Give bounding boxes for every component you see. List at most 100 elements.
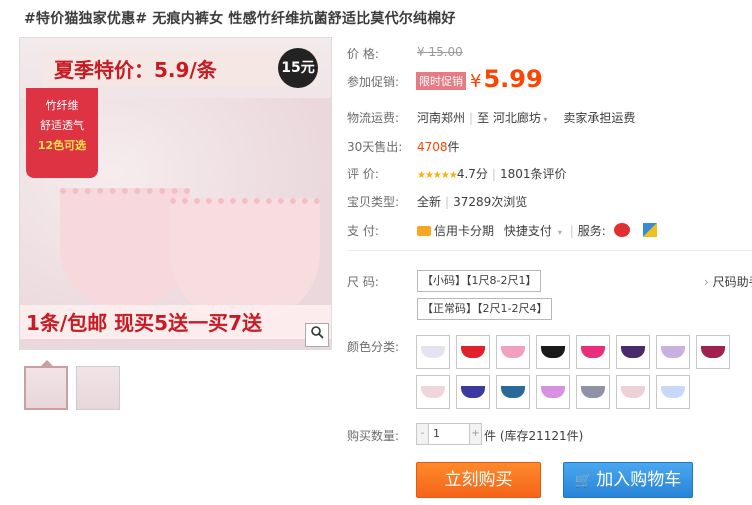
color-swatch[interactable] bbox=[456, 335, 490, 369]
size-guide-link[interactable]: › 尺码助手 bbox=[704, 273, 752, 290]
underwear-swatch-icon bbox=[541, 386, 565, 398]
credit-card-icon bbox=[417, 226, 431, 236]
feature-2: 舒适透气 bbox=[40, 119, 84, 132]
service-badge-icon[interactable] bbox=[613, 223, 630, 237]
ship-to: 河北廊坊 bbox=[492, 111, 541, 125]
color-swatch[interactable] bbox=[496, 375, 530, 409]
rating-info: ★★★★★4.7分 | 1801条评价 bbox=[417, 167, 567, 181]
review-count-link[interactable]: 1801条评价 bbox=[500, 167, 567, 181]
shipping-note: 卖家承担运费 bbox=[563, 111, 636, 125]
sales-info: 4708件 bbox=[417, 138, 460, 155]
underwear-swatch-icon bbox=[701, 346, 725, 358]
type-info: 全新 | 37289次浏览 bbox=[417, 195, 528, 209]
size-option-small[interactable]: 【小码】【1尺8-2尺1】 bbox=[417, 270, 542, 292]
divider bbox=[347, 250, 752, 251]
type-value: 全新 bbox=[417, 195, 442, 209]
add-to-cart-button[interactable]: 🛒 加入购物车 bbox=[563, 462, 693, 498]
underwear-swatch-icon bbox=[621, 346, 645, 358]
quantity-plus-button[interactable]: + bbox=[469, 424, 481, 444]
quantity-input[interactable]: 1 bbox=[433, 427, 440, 440]
zoom-icon[interactable] bbox=[305, 323, 329, 347]
sales-count: 4708 bbox=[417, 140, 448, 154]
ship-to-label: 至 bbox=[477, 111, 490, 125]
underwear-swatch-icon bbox=[461, 386, 485, 398]
color-swatch[interactable] bbox=[496, 335, 530, 369]
rating-label: 评 价: bbox=[347, 167, 379, 181]
feature-tag: 竹纤维 舒适透气 12色可选 bbox=[26, 88, 98, 178]
underwear-swatch-icon bbox=[541, 346, 565, 358]
price-label: 价 格: bbox=[347, 47, 379, 61]
color-swatch[interactable] bbox=[616, 335, 650, 369]
service-label: 服务: bbox=[577, 224, 606, 238]
product-title: #特价猫独家优惠# 无痕内裤女 性感竹纤维抗菌舒适比莫代尔纯棉好 bbox=[24, 11, 456, 27]
feature-1: 竹纤维 bbox=[45, 99, 79, 112]
ship-to-dropdown[interactable]: 河北廊坊 ▾ bbox=[493, 111, 548, 125]
chevron-down-icon: ▾ bbox=[540, 115, 548, 124]
sales-unit: 件 bbox=[447, 140, 460, 154]
banner-text: 夏季特价：5.9/条 bbox=[54, 58, 217, 82]
buy-now-button[interactable]: 立刻购买 bbox=[416, 462, 541, 498]
promo-banner-text: 1条/包邮 现买5送一买7送 bbox=[26, 311, 263, 335]
underwear-swatch-icon bbox=[661, 346, 685, 358]
underwear-swatch-icon bbox=[421, 346, 445, 358]
payment-label: 支 付: bbox=[347, 224, 379, 238]
thumbnail-selected-arrow-icon bbox=[41, 360, 53, 366]
stock-info: 件 (库存21121件) bbox=[484, 429, 584, 443]
promo-tag: 限时促销 bbox=[416, 72, 466, 90]
invoice-icon[interactable] bbox=[643, 223, 658, 237]
star-rating-icon: ★★★★★ bbox=[417, 170, 458, 181]
color-swatch[interactable] bbox=[656, 375, 690, 409]
underwear-swatch-icon bbox=[461, 346, 485, 358]
banner-circle: 15元 bbox=[278, 48, 318, 88]
type-label: 宝贝类型: bbox=[347, 195, 400, 209]
chevron-down-icon[interactable]: ▾ bbox=[558, 228, 562, 237]
sales-label: 30天售出: bbox=[347, 140, 403, 154]
color-swatch[interactable] bbox=[416, 335, 450, 369]
underwear-swatch-icon bbox=[581, 386, 605, 398]
thumbnail-2[interactable] bbox=[76, 366, 120, 410]
underwear-swatch-icon bbox=[421, 386, 445, 398]
rating-score: 4.7分 bbox=[456, 167, 488, 181]
color-swatch[interactable] bbox=[696, 335, 730, 369]
color-swatch[interactable] bbox=[536, 335, 570, 369]
underwear-swatch-icon bbox=[661, 386, 685, 398]
color-swatch[interactable] bbox=[456, 375, 490, 409]
cart-icon: 🛒 bbox=[574, 473, 593, 489]
underwear-swatch-icon bbox=[581, 346, 605, 358]
promo-banner: 1条/包邮 现买5送一买7送 bbox=[20, 305, 331, 339]
view-count: 37289次浏览 bbox=[453, 195, 528, 209]
shipping-info: 河南郑州 | 至 河北廊坊 ▾ 卖家承担运费 bbox=[417, 111, 636, 125]
size-label: 尺 码: bbox=[347, 275, 379, 289]
feature-3: 12色可选 bbox=[37, 139, 87, 152]
quantity-label: 购买数量: bbox=[347, 429, 400, 443]
quantity-minus-button[interactable]: - bbox=[417, 424, 429, 444]
shipping-label: 物流运费: bbox=[347, 111, 400, 125]
color-swatch[interactable] bbox=[536, 375, 570, 409]
underwear-swatch-icon bbox=[501, 386, 525, 398]
chevron-right-icon: › bbox=[704, 275, 713, 289]
currency-symbol: ¥ bbox=[470, 71, 482, 92]
ship-from: 河南郑州 bbox=[417, 111, 466, 125]
promo-price-value: 5.99 bbox=[483, 65, 543, 93]
underwear-swatch-icon bbox=[501, 346, 525, 358]
original-price: ¥ 15.00 bbox=[417, 45, 463, 59]
size-guide-label: 尺码助手 bbox=[712, 275, 752, 289]
main-product-image[interactable]: 夏季特价：5.9/条 15元 竹纤维 舒适透气 12色可选 1条/包邮 现买5送… bbox=[19, 37, 332, 350]
promo-label: 参加促销: bbox=[347, 75, 400, 89]
quick-pay[interactable]: 快捷支付 bbox=[504, 224, 552, 238]
promo-price: ¥5.99 bbox=[470, 65, 543, 93]
price-banner: 夏季特价：5.9/条 15元 bbox=[42, 48, 320, 88]
credit-installment[interactable]: 信用卡分期 bbox=[434, 224, 494, 238]
color-swatch[interactable] bbox=[656, 335, 690, 369]
color-swatch[interactable] bbox=[576, 375, 610, 409]
thumbnail-1[interactable] bbox=[24, 360, 68, 410]
color-swatch[interactable] bbox=[576, 335, 610, 369]
color-swatch[interactable] bbox=[616, 375, 650, 409]
add-to-cart-label: 加入购物车 bbox=[596, 470, 682, 490]
payment-info: 信用卡分期 快捷支付 ▾ | 服务: bbox=[417, 222, 658, 239]
quantity-stepper[interactable]: - 1 + bbox=[416, 423, 482, 445]
color-label: 颜色分类: bbox=[347, 340, 400, 354]
underwear-swatch-icon bbox=[621, 386, 645, 398]
color-swatch[interactable] bbox=[416, 375, 450, 409]
size-option-normal[interactable]: 【正常码】【2尺1-2尺4】 bbox=[417, 298, 553, 320]
